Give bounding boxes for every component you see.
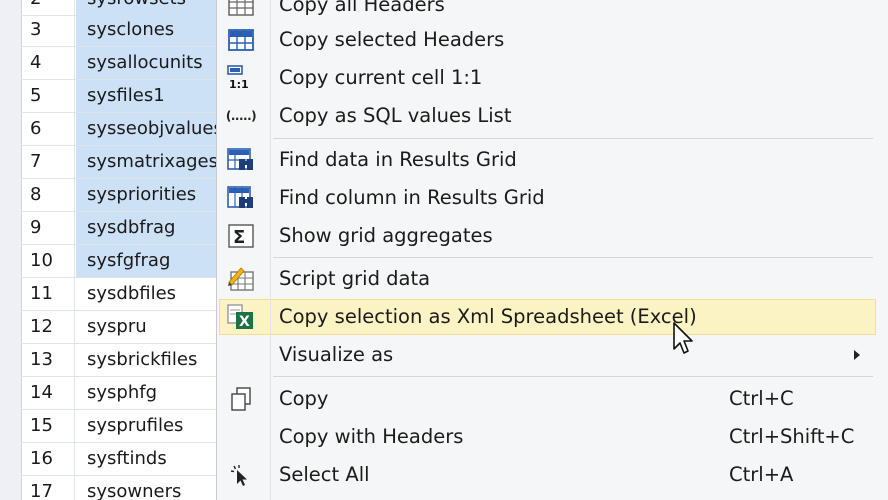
menu-item-copy-current-cell[interactable]: 1:1 Copy current cell 1:1 xyxy=(217,59,888,97)
find-data-icon xyxy=(227,147,255,173)
row-number: 2 xyxy=(21,0,75,15)
menu-item-label: Find column in Results Grid xyxy=(279,186,545,209)
menu-item-copy-sql-values[interactable]: (.....) Copy as SQL values List xyxy=(217,97,888,135)
table-row[interactable]: 13 sysbrickfiles xyxy=(21,344,220,377)
menu-item-label: Script grid data xyxy=(279,267,431,290)
cell-name[interactable]: sysseobjvalues xyxy=(76,113,220,145)
cell-name[interactable]: sysfiles1 xyxy=(76,80,220,112)
row-number: 15 xyxy=(21,410,75,442)
menu-item-copy-xml-spreadsheet[interactable]: X Copy selection as Xml Spreadsheet (Exc… xyxy=(217,298,888,336)
menu-item-script-grid-data[interactable]: Script grid data xyxy=(217,260,888,298)
cell-name[interactable]: sysclones xyxy=(76,14,220,46)
cell-name[interactable]: sysowners xyxy=(76,476,220,500)
menu-item-find-column[interactable]: Find column in Results Grid xyxy=(217,179,888,217)
cell-name[interactable]: sysdbfrag xyxy=(76,212,220,244)
row-number: 11 xyxy=(21,278,75,310)
table-row[interactable]: 17 sysowners xyxy=(21,476,220,500)
select-all-icon xyxy=(227,462,255,488)
cell-name[interactable]: sysprufiles xyxy=(76,410,220,442)
table-row[interactable]: 5 sysfiles1 xyxy=(21,80,220,113)
menu-separator xyxy=(273,138,873,139)
sigma-icon: Σ xyxy=(227,223,255,249)
table-row[interactable]: 3 sysclones xyxy=(21,14,220,47)
menu-item-shortcut: Ctrl+C xyxy=(729,387,794,410)
cell-name[interactable]: syspriorities xyxy=(76,179,220,211)
row-number: 17 xyxy=(21,476,75,500)
svg-text:Σ: Σ xyxy=(233,227,245,248)
menu-item-label: Show grid aggregates xyxy=(279,224,493,247)
cell-name[interactable]: sysftinds xyxy=(76,443,220,475)
script-grid-icon xyxy=(227,266,255,292)
cell-name[interactable]: sysallocunits xyxy=(76,47,220,79)
menu-item-label: Copy current cell 1:1 xyxy=(279,66,483,89)
menu-item-label: Copy selected Headers xyxy=(279,28,505,51)
menu-item-label: Find data in Results Grid xyxy=(279,148,517,171)
row-number: 5 xyxy=(21,80,75,112)
table-row[interactable]: 4 sysallocunits xyxy=(21,47,220,80)
grid-row-header-strip xyxy=(0,0,22,500)
table-row[interactable]: 8 syspriorities xyxy=(21,179,220,212)
menu-item-label: Copy xyxy=(279,387,329,410)
table-row[interactable]: 12 syspru xyxy=(21,311,220,344)
menu-item-label: Copy with Headers xyxy=(279,425,464,448)
row-number: 16 xyxy=(21,443,75,475)
table-row[interactable]: 11 sysdbfiles xyxy=(21,278,220,311)
mouse-pointer-icon xyxy=(672,322,696,362)
menu-item-show-aggregates[interactable]: Σ Show grid aggregates xyxy=(217,217,888,255)
table-row[interactable]: 15 sysprufiles xyxy=(21,410,220,443)
copy-icon xyxy=(227,386,255,412)
menu-item-copy[interactable]: Copy Ctrl+C xyxy=(217,380,888,418)
menu-item-label: Visualize as xyxy=(279,343,394,366)
find-column-icon xyxy=(227,185,255,211)
svg-text:X: X xyxy=(239,314,250,330)
copy-current-cell-icon: 1:1 xyxy=(227,65,255,91)
row-number: 7 xyxy=(21,146,75,178)
menu-item-shortcut: Ctrl+Shift+C xyxy=(729,425,855,448)
sql-values-list-icon: (.....) xyxy=(225,103,257,129)
table-row[interactable]: 6 sysseobjvalues xyxy=(21,113,220,146)
cell-name[interactable]: sysfgfrag xyxy=(76,245,220,277)
row-number: 9 xyxy=(21,212,75,244)
cell-name[interactable]: sysphfg xyxy=(76,377,220,409)
cell-icon-text: 1:1 xyxy=(229,78,249,91)
table-row[interactable]: 14 sysphfg xyxy=(21,377,220,410)
row-number: 8 xyxy=(21,179,75,211)
row-number: 13 xyxy=(21,344,75,376)
copy-all-headers-icon xyxy=(227,0,255,18)
menu-item-copy-selected-headers[interactable]: Copy selected Headers xyxy=(217,21,888,59)
table-row[interactable]: 10 sysfgfrag xyxy=(21,245,220,278)
sql-icon-text: (.....) xyxy=(225,109,257,123)
cell-name[interactable]: sysmatrixages xyxy=(76,146,220,178)
row-number: 6 xyxy=(21,113,75,145)
menu-item-copy-with-headers[interactable]: Copy with Headers Ctrl+Shift+C xyxy=(217,418,888,456)
cell-name[interactable]: sysbrickfiles xyxy=(76,344,220,376)
menu-item-label: Copy selection as Xml Spreadsheet (Excel… xyxy=(279,305,697,328)
cell-name[interactable]: sysrowsets xyxy=(76,0,220,15)
cell-name[interactable]: syspru xyxy=(76,311,220,343)
menu-item-label: Select All xyxy=(279,463,370,486)
row-number: 4 xyxy=(21,47,75,79)
submenu-arrow-icon xyxy=(854,350,860,360)
row-number: 3 xyxy=(21,14,75,46)
copy-selected-headers-icon xyxy=(227,27,255,53)
menu-item-visualize-as[interactable]: Visualize as xyxy=(217,336,888,374)
row-number: 10 xyxy=(21,245,75,277)
menu-separator xyxy=(273,257,873,258)
menu-item-label: Copy as SQL values List xyxy=(279,104,512,127)
row-number: 14 xyxy=(21,377,75,409)
cell-name[interactable]: sysdbfiles xyxy=(76,278,220,310)
context-menu: Copy all Headers Copy selected Headers 1… xyxy=(216,0,888,500)
menu-separator xyxy=(273,376,873,377)
row-number: 12 xyxy=(21,311,75,343)
menu-item-find-data[interactable]: Find data in Results Grid xyxy=(217,141,888,179)
excel-icon: X xyxy=(227,304,255,330)
results-grid[interactable]: 2 sysrowsets 3 sysclones 4 sysallocunits… xyxy=(0,0,220,500)
menu-item-select-all[interactable]: Select All Ctrl+A xyxy=(217,456,888,494)
table-row[interactable]: 7 sysmatrixages xyxy=(21,146,220,179)
menu-item-shortcut: Ctrl+A xyxy=(729,463,794,486)
table-row[interactable]: 16 sysftinds xyxy=(21,443,220,476)
table-row[interactable]: 9 sysdbfrag xyxy=(21,212,220,245)
